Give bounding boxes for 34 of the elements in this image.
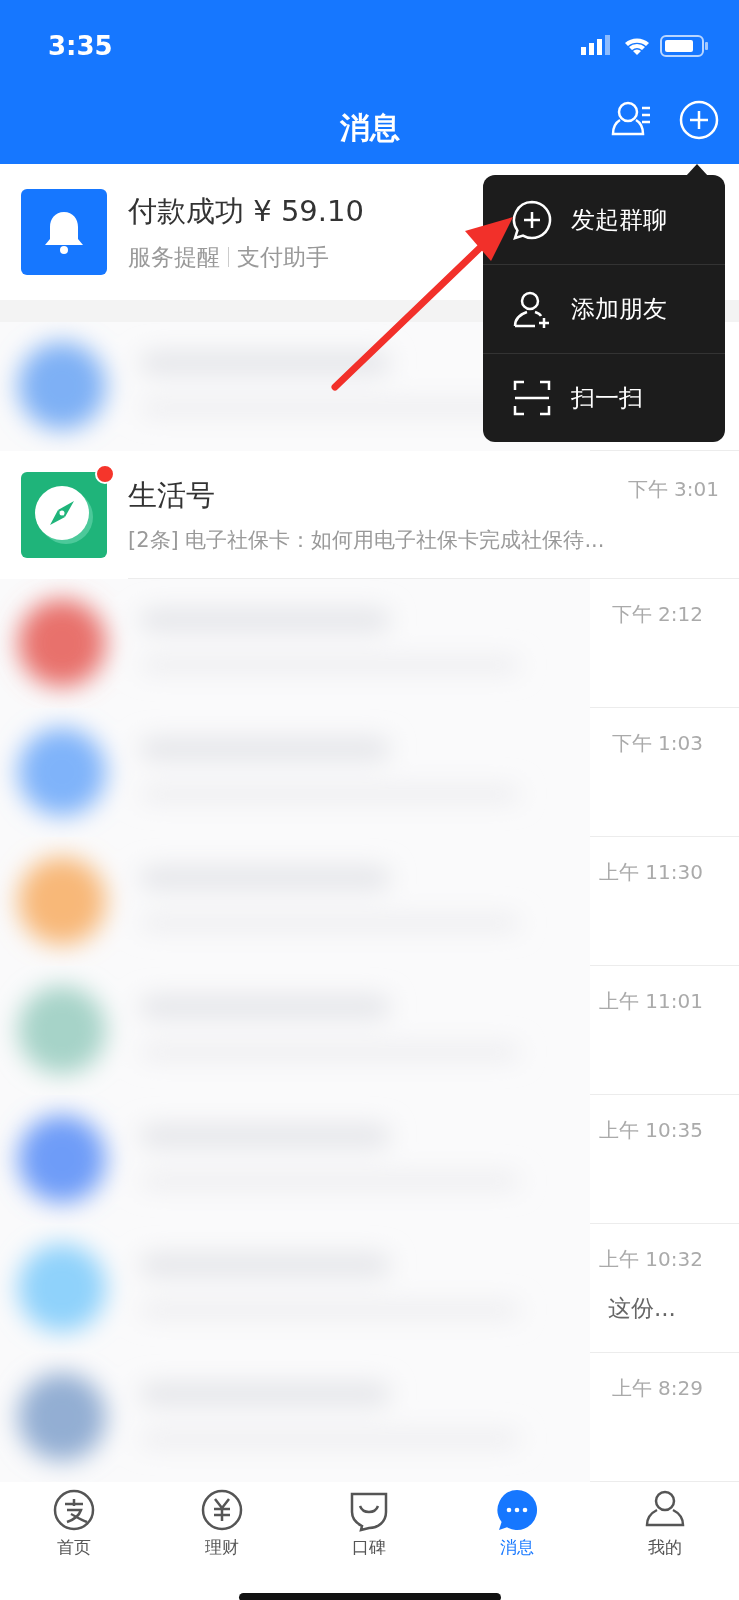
circle-logo-icon <box>51 1488 96 1532</box>
chat-bubble-icon <box>495 1488 540 1532</box>
message-time: 上午 8:29 <box>611 1375 703 1402</box>
menu-item[interactable]: 添加朋友 <box>483 264 725 353</box>
header-title: 消息 <box>339 108 400 147</box>
tab-item[interactable]: 我的 <box>610 1488 721 1559</box>
message-subtitle: 服务提醒 <box>128 242 220 272</box>
message-preview: 这份... <box>607 1294 676 1323</box>
battery-icon <box>660 35 708 57</box>
yuan-icon <box>199 1488 244 1532</box>
message-time: 上午 10:32 <box>599 1246 703 1273</box>
status-time: 3:35 <box>48 31 113 61</box>
wifi-icon <box>625 38 649 55</box>
chat-plus-icon <box>511 198 553 241</box>
message-title: 生活号 <box>128 476 215 514</box>
message-time: 下午 2:12 <box>611 601 703 628</box>
message-time: 下午 1:03 <box>611 730 703 757</box>
menu-item[interactable]: 扫一扫 <box>483 353 725 442</box>
menu-item[interactable]: 发起群聊 <box>483 175 725 264</box>
tab-item[interactable]: 口碑 <box>314 1488 425 1559</box>
tab-item[interactable]: 消息 <box>462 1488 573 1559</box>
signal-icon <box>581 35 610 55</box>
message-preview: [2条] 电子社保卡：如何用电子社保卡完成社保待... <box>128 526 606 554</box>
message-time: 上午 11:30 <box>599 859 703 886</box>
bell-icon <box>42 209 86 255</box>
tab-item[interactable]: 理财 <box>166 1488 277 1559</box>
message-time: 上午 11:01 <box>599 988 703 1015</box>
message-title: 付款成功 ¥ 59.10 <box>128 192 364 230</box>
compass-icon <box>34 485 94 545</box>
message-time: 上午 10:35 <box>599 1117 703 1144</box>
message-subtitle: 支付助手 <box>237 242 329 272</box>
message-time: 下午 3:01 <box>627 475 719 503</box>
add-icon[interactable] <box>679 100 719 140</box>
tab-item[interactable]: 首页 <box>18 1488 129 1559</box>
